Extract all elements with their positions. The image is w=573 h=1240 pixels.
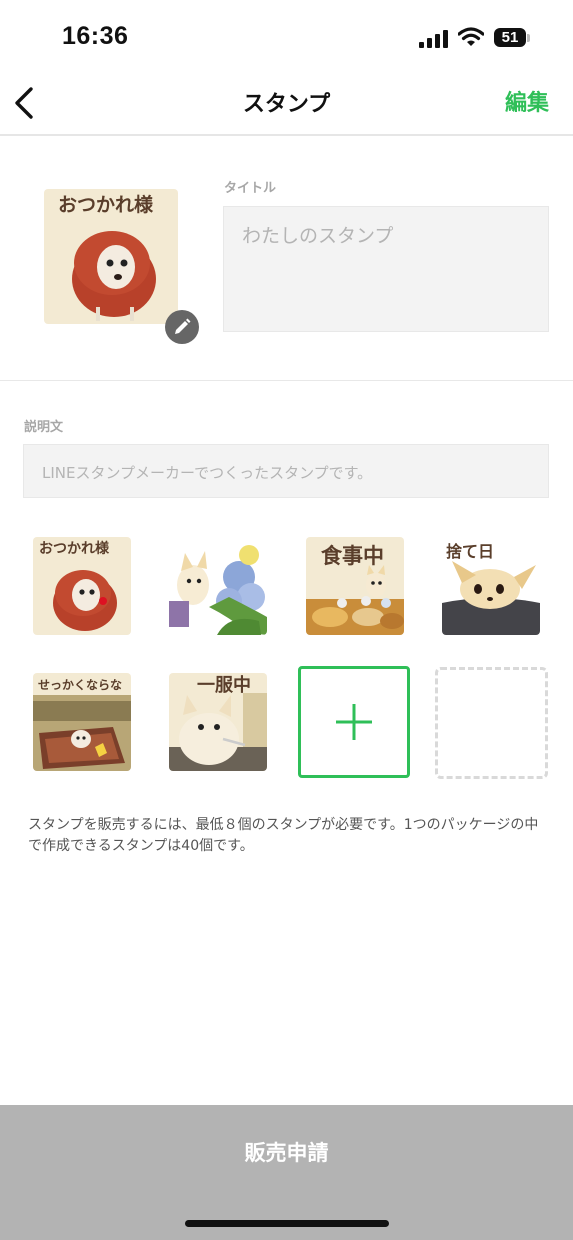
add-sticker-button[interactable] — [298, 666, 410, 778]
edit-button[interactable]: 編集 — [505, 85, 549, 117]
sticker-caption: 食事中 — [321, 544, 384, 568]
sticker-item-5[interactable]: せっかくならな — [33, 673, 131, 771]
sticker-item-1[interactable]: おつかれ様 — [33, 537, 131, 635]
battery-tip — [527, 34, 530, 42]
description-placeholder: LINEスタンプメーカーでつくったスタンプです。 — [42, 464, 373, 482]
sticker-caption: 一服中 — [197, 674, 251, 696]
sticker-item-2[interactable] — [169, 537, 267, 635]
sticker-caption: おつかれ様 — [39, 540, 110, 557]
title-label: タイトル — [224, 181, 277, 196]
signal-icon — [419, 30, 448, 48]
page-title: スタンプ — [242, 92, 331, 117]
sticker-item-4[interactable]: 捨て日 — [442, 537, 540, 635]
sticker-editor-screen: 16:36 51 スタンプ 編集 おつかれ様 タイトル わたしのスタンプ 説明文… — [0, 0, 573, 1240]
empty-sticker-slot — [435, 667, 548, 779]
section-divider — [0, 380, 573, 381]
sticker-caption: せっかくならな — [38, 678, 122, 692]
main-sticker-image[interactable]: おつかれ様 — [44, 189, 178, 324]
status-time: 16:36 — [62, 22, 129, 50]
status-bar: 16:36 51 — [0, 0, 573, 74]
title-input[interactable]: わたしのスタンプ — [223, 206, 549, 332]
edit-sticker-button[interactable] — [165, 310, 199, 344]
sticker-caption: 捨て日 — [446, 542, 494, 561]
title-placeholder: わたしのスタンプ — [242, 225, 394, 247]
submit-for-sale-label: 販売申請 — [244, 1141, 329, 1165]
plus-icon — [336, 704, 372, 740]
battery-icon: 51 — [494, 28, 526, 47]
sticker-item-3[interactable]: 食事中 — [306, 537, 404, 635]
sales-requirement-note: スタンプを販売するには、最低８個のスタンプが必要です。1つのパッケージの中で作成… — [28, 817, 539, 854]
sticker-item-6[interactable]: 一服中 — [169, 673, 267, 771]
battery-level: 51 — [501, 29, 519, 46]
description-input[interactable]: LINEスタンプメーカーでつくったスタンプです。 — [23, 444, 549, 498]
nav-bar: スタンプ 編集 — [0, 74, 573, 136]
description-label: 説明文 — [24, 420, 64, 435]
home-indicator — [185, 1220, 389, 1227]
pencil-icon — [175, 318, 191, 334]
main-sticker-caption: おつかれ様 — [58, 193, 154, 216]
wifi-icon — [458, 27, 484, 46]
